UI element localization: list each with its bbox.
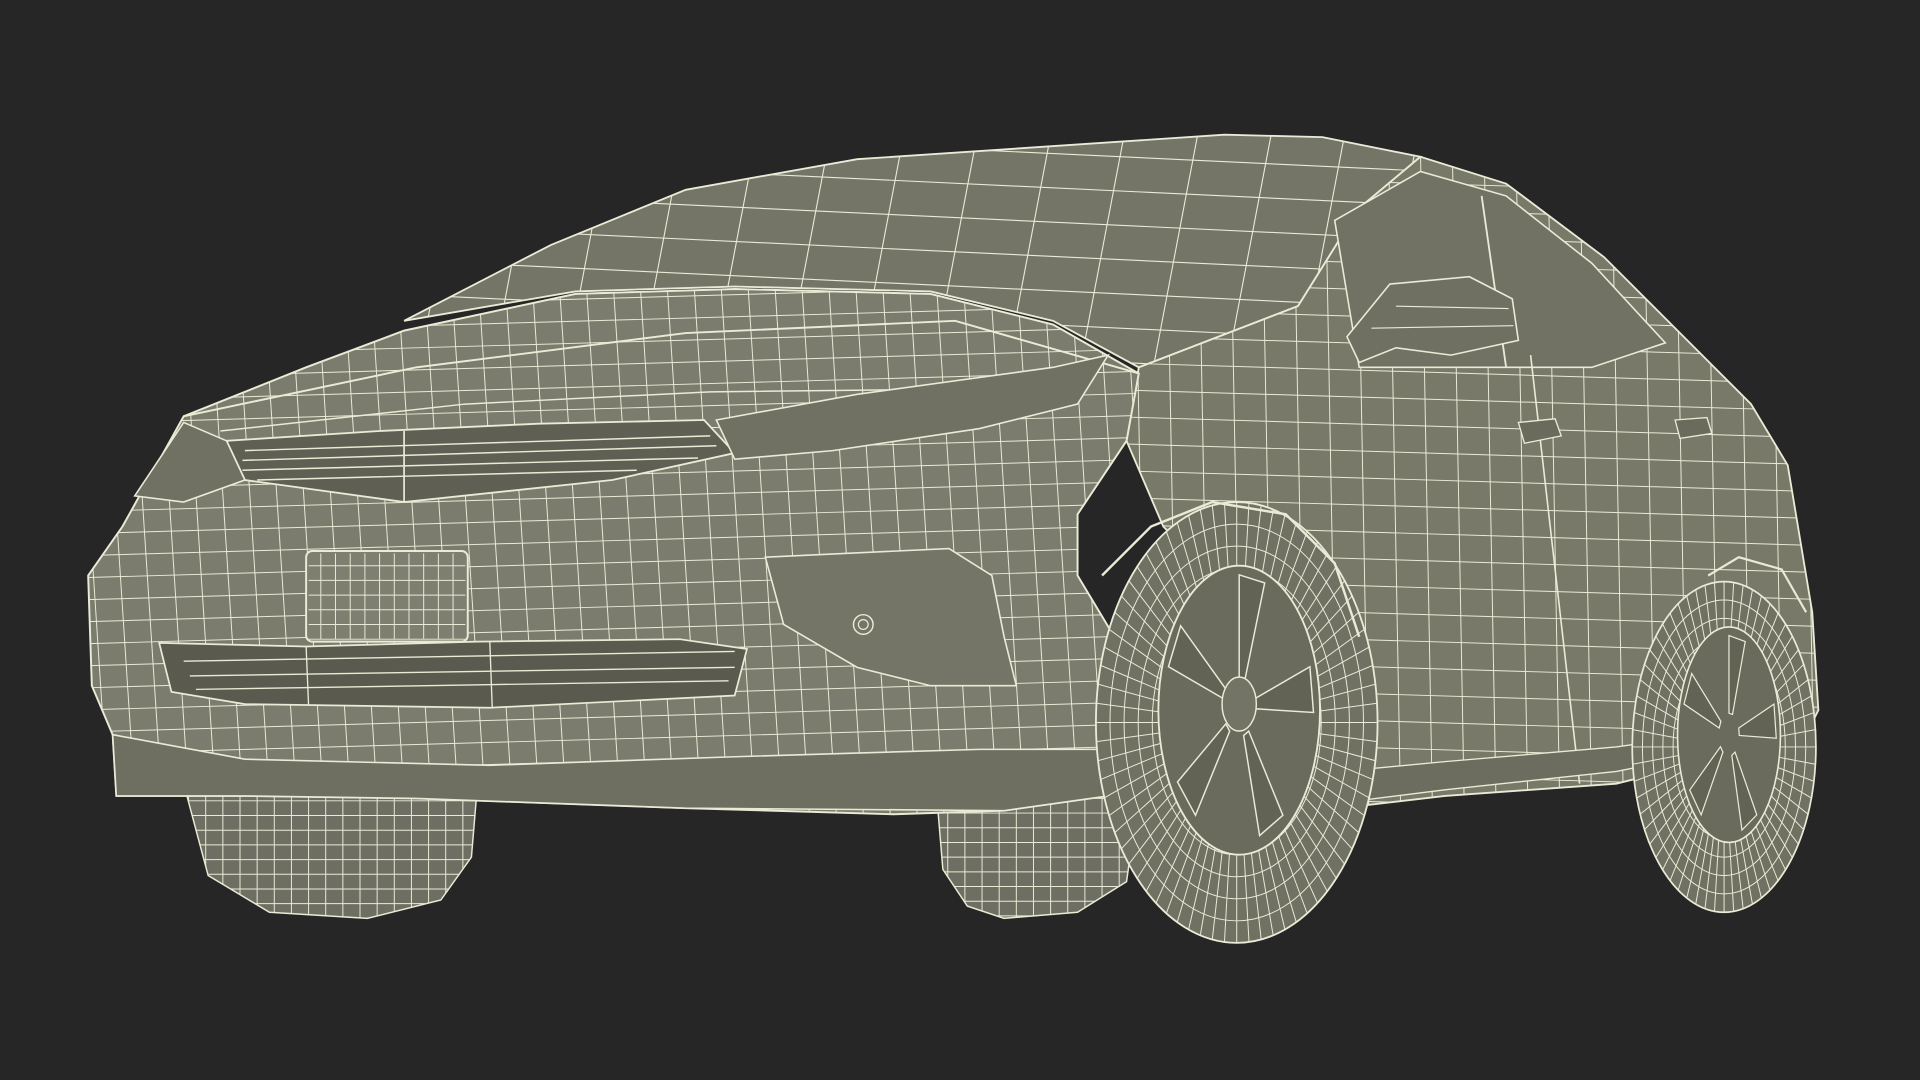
mesh-edge [1834, 147, 1846, 820]
car-front-body [87, 287, 1140, 816]
viewport [0, 0, 1920, 1080]
lower-air-intake [158, 638, 749, 709]
car-wireframe [87, 133, 1846, 944]
license-plate [305, 550, 469, 643]
